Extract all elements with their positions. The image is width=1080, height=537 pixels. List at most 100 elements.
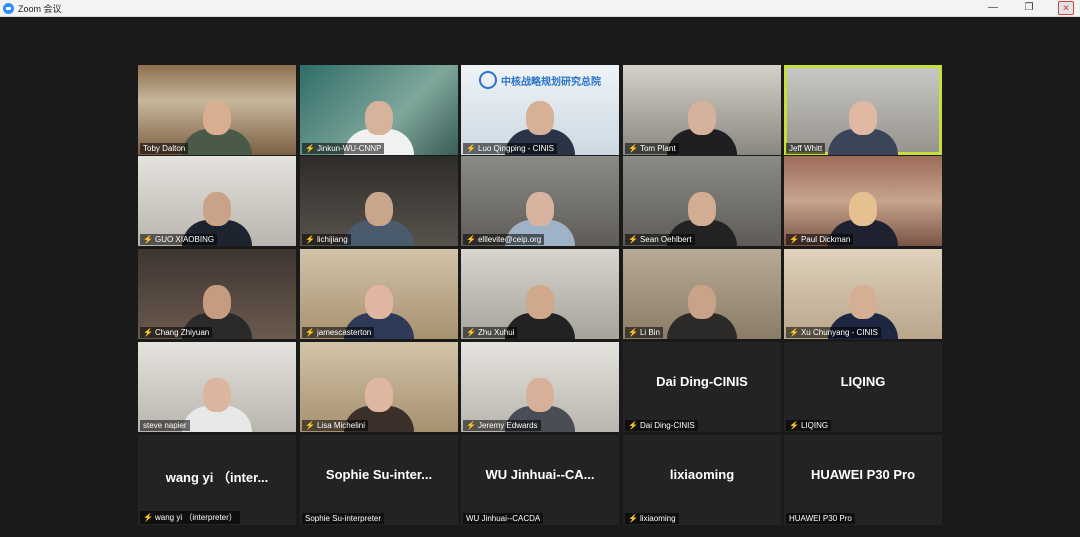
cinis-logo-text: 中核战略规划研究总院 — [501, 77, 601, 88]
participant-head — [526, 285, 554, 319]
participant-tile[interactable]: ⚡ Jinkun-WU-CNNP — [300, 65, 458, 155]
participant-name-label: Sophie Su-interpreter — [302, 513, 385, 524]
participant-name-label: ⚡ Chang Zhiyuan — [140, 327, 213, 338]
participant-tile[interactable]: ⚡ Chang Zhiyuan — [138, 249, 296, 339]
muted-mic-icon: ⚡ — [305, 234, 315, 244]
participant-video — [828, 93, 898, 155]
participant-name-label: ⚡ Tom Plant — [625, 143, 679, 154]
participant-name: Jeff Whitt — [789, 144, 823, 153]
participant-tile[interactable]: 中核战略规划研究总院 ⚡ Luo Qingping - CINIS — [461, 65, 619, 155]
participant-head — [526, 378, 554, 412]
participant-name: lixiaoming — [639, 514, 676, 523]
participant-display-name: lixiaoming — [669, 467, 735, 482]
participant-video — [182, 93, 252, 155]
participant-tile[interactable]: ⚡ elllevite@ceip.org — [461, 156, 619, 246]
muted-mic-icon: ⚡ — [466, 420, 476, 430]
participant-name: Luo Qingping - CINIS — [477, 144, 555, 153]
participant-name: GUO XIAOBING — [154, 235, 215, 244]
participant-name: Chang Zhiyuan — [154, 328, 210, 337]
participant-name: LIQING — [800, 421, 829, 430]
participant-name: wang yi （interpreter） — [154, 513, 237, 522]
participant-tile[interactable]: ⚡ Lisa Michelini — [300, 342, 458, 432]
participant-name-label: ⚡ Jeremy Edwards — [463, 420, 541, 431]
participant-name-label: ⚡ GUO XIAOBING — [140, 234, 218, 245]
participant-tile[interactable]: ⚡ jamescasterton — [300, 249, 458, 339]
participant-tile[interactable]: ⚡ GUO XIAOBING — [138, 156, 296, 246]
participant-head — [203, 285, 231, 319]
participant-tile[interactable]: Jeff Whitt — [784, 65, 942, 155]
window-controls: — ❐ ✕ — [986, 0, 1074, 16]
participant-video — [344, 184, 414, 246]
participant-name-label: WU Jinhuai--CACDA — [463, 513, 544, 524]
participant-head — [526, 192, 554, 226]
participant-name-label: Jeff Whitt — [786, 143, 826, 154]
participant-display-name: HUAWEI P30 Pro — [810, 467, 916, 482]
participant-tile[interactable]: ⚡ Sean Oehlbert — [623, 156, 781, 246]
participant-name: Jinkun-WU-CNNP — [316, 144, 382, 153]
participant-tile[interactable]: ⚡ Tom Plant — [623, 65, 781, 155]
muted-mic-icon: ⚡ — [466, 327, 476, 337]
participant-name: Tom Plant — [639, 144, 676, 153]
zoom-app-icon — [3, 2, 14, 14]
participant-name-label: ⚡ jamescasterton — [302, 327, 375, 338]
participant-tile[interactable]: Toby Dalton — [138, 65, 296, 155]
participant-name-label: ⚡ wang yi （interpreter） — [140, 511, 240, 524]
participant-head — [688, 285, 716, 319]
participant-name: Dai Ding-CINIS — [639, 421, 695, 430]
participant-tile[interactable]: Sophie Su-inter... Sophie Su-interpreter — [300, 435, 458, 525]
muted-mic-icon: ⚡ — [628, 143, 638, 153]
participant-head — [203, 101, 231, 135]
muted-mic-icon: ⚡ — [143, 234, 153, 244]
participant-tile[interactable]: steve napier — [138, 342, 296, 432]
participant-name-label: ⚡ Lisa Michelini — [302, 420, 368, 431]
muted-mic-icon: ⚡ — [305, 420, 315, 430]
minimize-icon[interactable]: — — [986, 0, 1000, 16]
participant-name-label: ⚡ lichijiang — [302, 234, 351, 245]
participant-head — [849, 285, 877, 319]
window-title: Zoom 会议 — [18, 3, 62, 14]
participant-name: Lisa Michelini — [316, 421, 365, 430]
participant-name-label: ⚡ Zhu Xuhui — [463, 327, 518, 338]
participant-head — [203, 378, 231, 412]
participant-head — [365, 192, 393, 226]
participant-head — [365, 101, 393, 135]
muted-mic-icon: ⚡ — [789, 234, 799, 244]
participant-name: Sean Oehlbert — [639, 235, 692, 244]
participant-name: WU Jinhuai--CACDA — [466, 514, 541, 523]
participant-tile[interactable]: ⚡ lichijiang — [300, 156, 458, 246]
participant-name: elllevite@ceip.org — [477, 235, 542, 244]
participant-name: jamescasterton — [316, 328, 372, 337]
close-icon[interactable]: ✕ — [1058, 1, 1074, 15]
maximize-icon[interactable]: ❐ — [1022, 0, 1036, 16]
participant-tile[interactable]: LIQING ⚡ LIQING — [784, 342, 942, 432]
muted-mic-icon: ⚡ — [628, 420, 638, 430]
participant-name: Xu Chunyang - CINIS — [800, 328, 878, 337]
participant-tile[interactable]: ⚡ Xu Chunyang - CINIS — [784, 249, 942, 339]
participant-display-name: Sophie Su-inter... — [325, 467, 433, 482]
participant-tile[interactable]: ⚡ Jeremy Edwards — [461, 342, 619, 432]
participant-tile[interactable]: HUAWEI P30 Pro HUAWEI P30 Pro — [784, 435, 942, 525]
muted-mic-icon: ⚡ — [143, 327, 153, 337]
participant-name-label: ⚡ Paul Dickman — [786, 234, 854, 245]
muted-mic-icon: ⚡ — [305, 327, 315, 337]
participant-name-label: steve napier — [140, 420, 190, 431]
participant-tile[interactable]: ⚡ Paul Dickman — [784, 156, 942, 246]
participant-name: Toby Dalton — [143, 144, 186, 153]
participant-name-label: ⚡ Jinkun-WU-CNNP — [302, 143, 385, 154]
participant-tile[interactable]: Dai Ding-CINIS ⚡ Dai Ding-CINIS — [623, 342, 781, 432]
participant-name-label: ⚡ Xu Chunyang - CINIS — [786, 327, 881, 338]
participant-name: Jeremy Edwards — [477, 421, 538, 430]
participant-tile[interactable]: WU Jinhuai--CA... WU Jinhuai--CACDA — [461, 435, 619, 525]
participant-display-name: Dai Ding-CINIS — [656, 374, 748, 389]
participant-tile[interactable]: ⚡ Li Bin — [623, 249, 781, 339]
participant-tile[interactable]: wang yi （inter... ⚡ wang yi （interpreter） — [138, 435, 296, 525]
participant-name: HUAWEI P30 Pro — [789, 514, 852, 523]
muted-mic-icon: ⚡ — [628, 513, 638, 523]
participant-head — [849, 101, 877, 135]
participant-video — [182, 370, 252, 432]
participant-name-label: ⚡ Li Bin — [625, 327, 663, 338]
participant-name: Li Bin — [639, 328, 660, 337]
participant-tile[interactable]: lixiaoming ⚡ lixiaoming — [623, 435, 781, 525]
participant-name-label: ⚡ Dai Ding-CINIS — [625, 420, 698, 431]
participant-tile[interactable]: ⚡ Zhu Xuhui — [461, 249, 619, 339]
